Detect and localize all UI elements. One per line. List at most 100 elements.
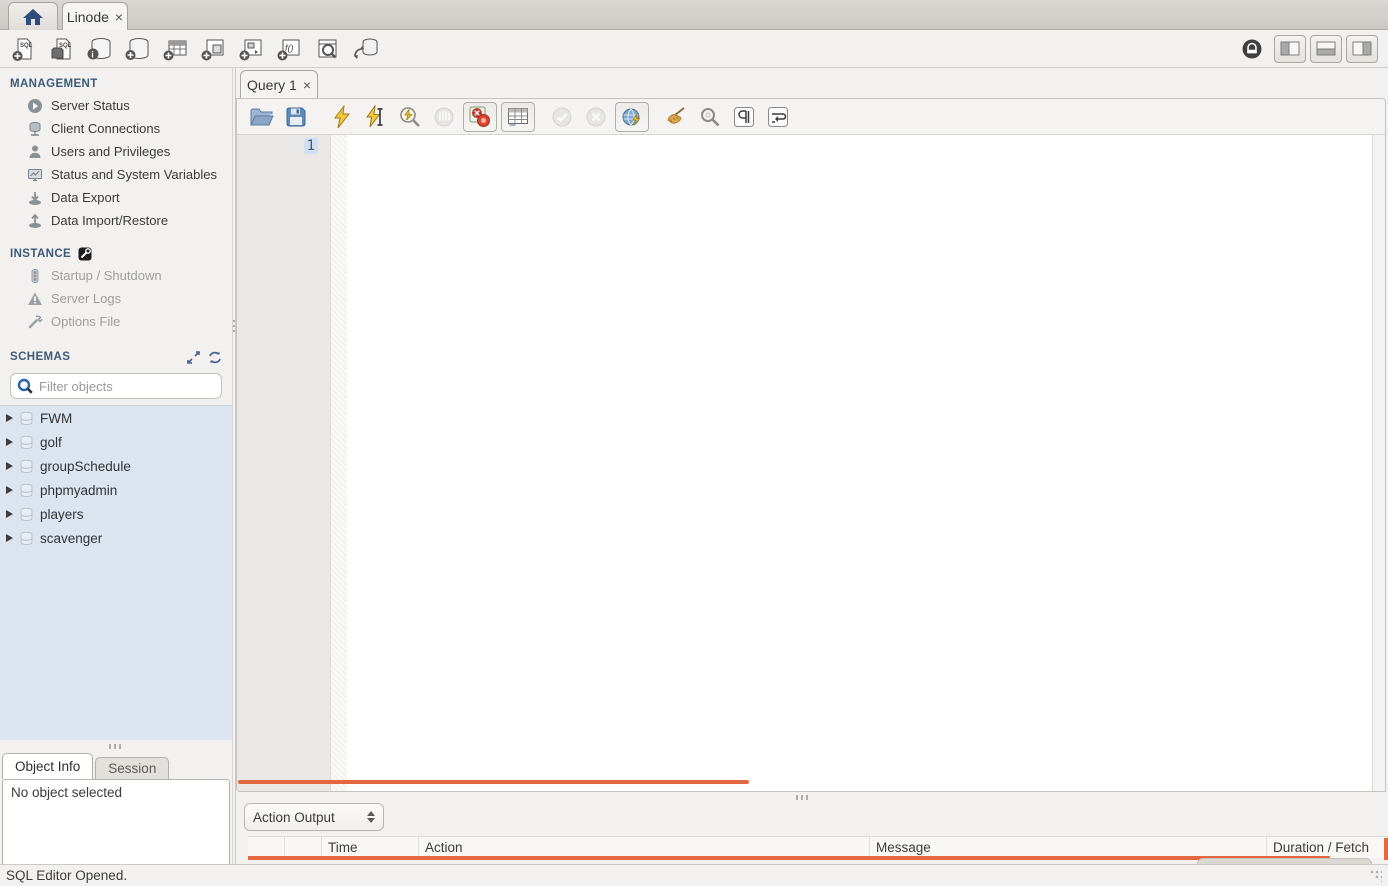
beautify-button[interactable] — [659, 102, 693, 132]
select-spinner-icon — [367, 811, 375, 823]
create-schema-button[interactable] — [120, 33, 156, 65]
sidebar-item-label: Data Export — [51, 190, 120, 205]
schema-node-groupschedule[interactable]: groupSchedule — [0, 454, 232, 478]
tab-query-1[interactable]: Query 1 × — [240, 70, 318, 98]
home-tab[interactable] — [8, 2, 58, 30]
schema-node-scavenger[interactable]: scavenger — [0, 526, 232, 550]
resize-grip[interactable] — [1370, 870, 1382, 882]
stop-button[interactable] — [427, 102, 461, 132]
management-section-header: MANAGEMENT — [0, 74, 232, 94]
expander-icon[interactable] — [6, 438, 13, 446]
schema-icon — [19, 459, 34, 474]
rollback-button[interactable] — [579, 102, 613, 132]
filter-objects-input[interactable] — [39, 379, 215, 394]
schema-icon — [19, 411, 34, 426]
column-time[interactable]: Time — [322, 837, 419, 858]
expander-icon[interactable] — [6, 414, 13, 422]
sidebar-item-startup-shutdown[interactable]: Startup / Shutdown — [0, 264, 232, 287]
notifications-button[interactable] — [1234, 33, 1270, 65]
instance-title: INSTANCE — [10, 248, 71, 260]
toggle-stop-on-error-button[interactable] — [463, 102, 497, 132]
find-button[interactable] — [693, 102, 727, 132]
schema-name: players — [40, 507, 84, 522]
column-action[interactable]: Action — [419, 837, 870, 858]
sql-text-area[interactable] — [347, 135, 1372, 791]
schema-node-golf[interactable]: golf — [0, 430, 232, 454]
expand-schemas-icon[interactable] — [187, 351, 200, 364]
close-icon[interactable]: × — [115, 10, 123, 24]
toggle-bottom-panel-button[interactable] — [1310, 35, 1342, 63]
refresh-schemas-icon[interactable] — [208, 351, 222, 364]
sidebar-item-data-import[interactable]: Data Import/Restore — [0, 209, 232, 232]
schema-node-players[interactable]: players — [0, 502, 232, 526]
sidebar-item-users-privileges[interactable]: Users and Privileges — [0, 140, 232, 163]
sidebar-horizontal-splitter[interactable] — [0, 740, 232, 752]
output-vertical-scrollbar[interactable] — [1384, 838, 1388, 860]
open-sql-script-button[interactable]: SQL — [44, 33, 80, 65]
column-index[interactable] — [285, 837, 322, 858]
sidebar-item-status-system-variables[interactable]: Status and System Variables — [0, 163, 232, 186]
sidebar-item-label: Options File — [51, 314, 120, 329]
schema-tree: FWM golf groupSchedule phpmyadmin player — [0, 405, 232, 740]
schema-name: golf — [40, 435, 62, 450]
word-wrap-button[interactable] — [761, 102, 795, 132]
execute-button[interactable] — [325, 102, 359, 132]
sidebar-item-label: Data Import/Restore — [51, 213, 168, 228]
tab-object-info[interactable]: Object Info — [2, 753, 93, 779]
sidebar-item-server-logs[interactable]: Server Logs — [0, 287, 232, 310]
mysql-workbench-window: Linode × SQL SQL i f() — [0, 0, 1388, 886]
expander-icon[interactable] — [6, 486, 13, 494]
toggle-right-panel-button[interactable] — [1346, 35, 1378, 63]
new-query-tab-button[interactable]: SQL — [6, 33, 42, 65]
toggle-autocommit-button[interactable] — [615, 102, 649, 132]
close-icon[interactable]: × — [303, 78, 311, 92]
expander-icon[interactable] — [6, 534, 13, 542]
create-table-button[interactable] — [158, 33, 194, 65]
schema-name: FWM — [40, 411, 72, 426]
tab-session[interactable]: Session — [95, 757, 169, 779]
commit-button[interactable] — [545, 102, 579, 132]
search-table-data-button[interactable] — [310, 33, 346, 65]
editor-vertical-scrollbar[interactable] — [1372, 135, 1385, 791]
explain-button[interactable] — [393, 102, 427, 132]
schema-name: phpmyadmin — [40, 483, 117, 498]
expander-icon[interactable] — [6, 462, 13, 470]
execute-current-button[interactable] — [359, 102, 393, 132]
limit-rows-button[interactable] — [501, 102, 535, 132]
create-function-button[interactable]: f() — [272, 33, 308, 65]
options-file-icon — [26, 314, 43, 330]
reconnect-dbms-button[interactable] — [348, 33, 384, 65]
line-number-gutter: 1 — [237, 135, 331, 791]
sidebar-item-options-file[interactable]: Options File — [0, 310, 232, 333]
column-status[interactable] — [248, 837, 285, 858]
editor-horizontal-scrollbar[interactable] — [238, 780, 749, 784]
output-splitter[interactable] — [236, 792, 1386, 802]
startup-shutdown-icon — [26, 268, 43, 284]
output-type-select[interactable]: Action Output — [244, 803, 384, 831]
sidebar-item-client-connections[interactable]: Client Connections — [0, 117, 232, 140]
schema-inspector-button[interactable]: i — [82, 33, 118, 65]
schema-node-fwm[interactable]: FWM — [0, 406, 232, 430]
open-file-button[interactable] — [245, 102, 279, 132]
status-bar: SQL Editor Opened. — [0, 864, 1388, 886]
expander-icon[interactable] — [6, 510, 13, 518]
home-icon — [22, 8, 44, 26]
status-text: SQL Editor Opened. — [6, 868, 127, 883]
sidebar-item-server-status[interactable]: Server Status — [0, 94, 232, 117]
schema-node-phpmyadmin[interactable]: phpmyadmin — [0, 478, 232, 502]
client-connections-icon — [26, 121, 43, 137]
sidebar-item-label: Server Status — [51, 98, 130, 113]
svg-text:f(): f() — [285, 43, 294, 53]
connection-tab-label: Linode — [67, 9, 109, 25]
column-message[interactable]: Message — [870, 837, 1267, 858]
output-horizontal-scrollbar[interactable] — [248, 856, 1330, 860]
connection-tab[interactable]: Linode × — [62, 2, 128, 30]
toggle-left-panel-button[interactable] — [1274, 35, 1306, 63]
create-view-button[interactable] — [196, 33, 232, 65]
invisible-characters-button[interactable] — [727, 102, 761, 132]
save-script-button[interactable] — [279, 102, 313, 132]
server-status-icon — [26, 98, 43, 114]
sidebar-item-data-export[interactable]: Data Export — [0, 186, 232, 209]
create-procedure-button[interactable] — [234, 33, 270, 65]
column-duration-fetch[interactable]: Duration / Fetch — [1267, 837, 1388, 858]
